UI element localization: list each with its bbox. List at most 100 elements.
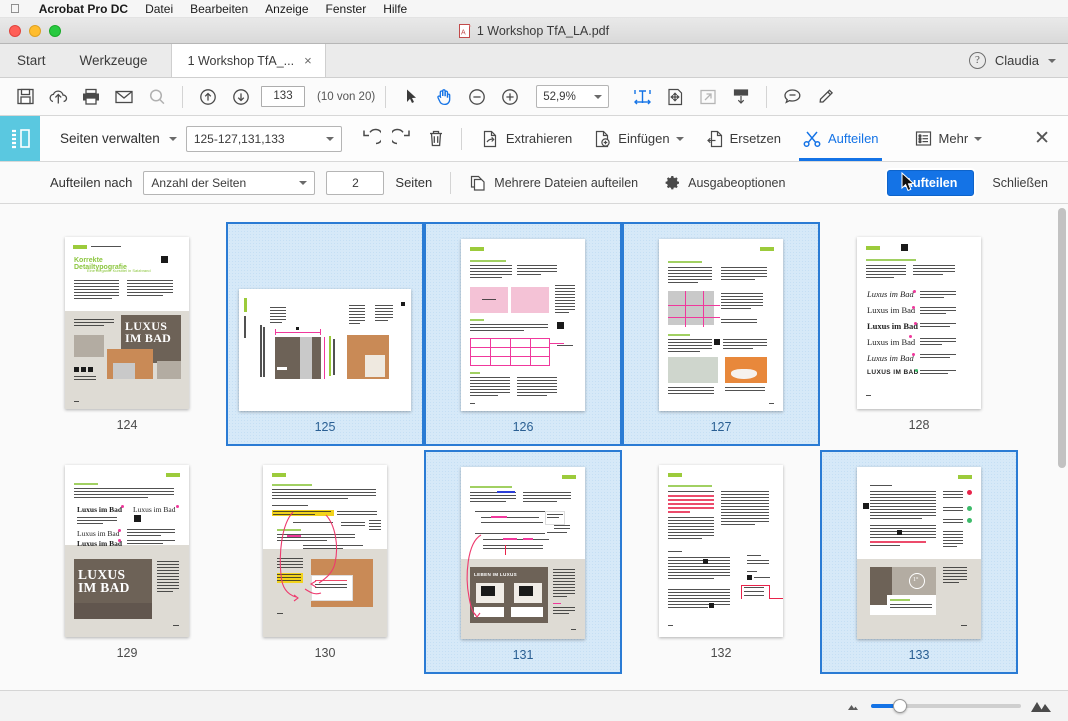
page-preview: [239, 289, 411, 411]
scroll-mode-icon[interactable]: [726, 83, 756, 111]
rotate-right-icon[interactable]: [388, 125, 418, 153]
fit-page-icon[interactable]: [660, 83, 690, 111]
thumbnail-image-wrap: [461, 231, 585, 411]
page-preview: [659, 465, 783, 637]
page-thumbnail-130[interactable]: 130: [226, 450, 424, 674]
large-thumbnails-icon[interactable]: [1030, 699, 1052, 714]
highlight-icon[interactable]: [810, 83, 840, 111]
window-title: A 1 Workshop TfA_LA.pdf: [0, 23, 1068, 38]
split-button[interactable]: Aufteilen: [886, 169, 975, 196]
comment-icon[interactable]: [777, 83, 807, 111]
action-extrahieren[interactable]: Extrahieren: [472, 116, 581, 161]
close-button[interactable]: Schließen: [986, 171, 1054, 195]
zoom-in-icon[interactable]: [495, 83, 525, 111]
page-number-label: 125: [314, 420, 336, 434]
replace-pages-icon: [705, 129, 724, 149]
email-icon[interactable]: [109, 83, 139, 111]
thumbnail-image-wrap: Luxus im Bad Luxus im Bad Luxus im Bad L…: [65, 457, 189, 637]
scrollbar-thumb[interactable]: [1058, 208, 1066, 468]
insert-pages-icon: [593, 129, 612, 149]
print-icon[interactable]: [76, 83, 106, 111]
chevron-down-icon[interactable]: [1048, 58, 1056, 63]
action-mehr[interactable]: Mehr: [905, 116, 992, 161]
chevron-down-icon[interactable]: [974, 136, 983, 141]
tab-werkzeuge[interactable]: Werkzeuge: [63, 44, 165, 77]
upload-cloud-icon[interactable]: [43, 83, 73, 111]
chevron-down-icon: [325, 136, 334, 141]
page-thumbnail-133[interactable]: 1° 133: [820, 450, 1018, 674]
zoom-out-icon[interactable]: [462, 83, 492, 111]
help-icon[interactable]: ?: [968, 52, 986, 69]
page-thumbnail-126[interactable]: 126: [424, 222, 622, 446]
tab-start[interactable]: Start: [0, 44, 63, 77]
close-icon[interactable]: ×: [304, 54, 312, 67]
apple-logo-icon[interactable]: : [10, 2, 22, 15]
user-name-label[interactable]: Claudia: [995, 53, 1039, 68]
hand-tool-icon[interactable]: [429, 83, 459, 111]
page-thumbnail-131[interactable]: LEBEN IM LUXUS 131: [424, 450, 622, 674]
page-thumbnail-canvas[interactable]: Korrekte Detailtypografie Eine elegante …: [0, 204, 1068, 690]
vertical-scrollbar[interactable]: [1058, 208, 1066, 685]
page-range-select[interactable]: 125-127,131,133: [185, 125, 342, 152]
small-thumbnails-icon[interactable]: [846, 700, 862, 713]
thumbnail-grid: Korrekte Detailtypografie Eine elegante …: [0, 204, 1068, 674]
tab-document[interactable]: 1 Workshop TfA_... ×: [170, 44, 326, 77]
thumbnail-image-wrap: [659, 457, 783, 637]
action-label: Einfügen: [618, 131, 670, 146]
toolbar-divider-3: [766, 85, 768, 108]
page-preview: Luxus im Bad Luxus im Bad Luxus im Bad L…: [65, 465, 189, 637]
manage-pages-icon[interactable]: [0, 116, 40, 161]
menu-item-datei[interactable]: Datei: [145, 2, 173, 16]
rotate-left-icon[interactable]: [355, 125, 385, 153]
save-icon[interactable]: [10, 83, 40, 111]
page-preview: [263, 465, 387, 637]
close-tool-icon[interactable]: ✕: [1034, 128, 1050, 149]
page-count-label: (10 von 20): [317, 90, 376, 103]
trash-icon[interactable]: [421, 125, 451, 153]
action-ersetzen[interactable]: Ersetzen: [696, 116, 790, 161]
page-number-label: 130: [314, 646, 336, 660]
previous-page-icon[interactable]: [193, 83, 223, 111]
toolbar-divider-4: [460, 127, 462, 150]
page-number-label: 126: [512, 420, 534, 434]
action-label: Extrahieren: [505, 131, 573, 146]
page-range-value: 125-127,131,133: [193, 131, 285, 146]
output-options-button[interactable]: Ausgabeoptionen: [663, 174, 785, 192]
window-title-text: 1 Workshop TfA_LA.pdf: [476, 23, 610, 38]
slider-knob[interactable]: [893, 699, 907, 713]
page-thumbnail-127[interactable]: 127: [622, 222, 820, 446]
split-scissors-icon: [802, 129, 822, 149]
page-thumbnail-129[interactable]: Luxus im Bad Luxus im Bad Luxus im Bad L…: [28, 450, 226, 674]
split-multiple-files-button[interactable]: Mehrere Dateien aufteilen: [469, 174, 638, 192]
page-thumbnail-125[interactable]: 125: [226, 222, 424, 446]
menu-item-hilfe[interactable]: Hilfe: [383, 2, 407, 16]
page-number-input[interactable]: 133: [261, 86, 305, 107]
optbar-divider: [450, 171, 452, 194]
menu-item-fenster[interactable]: Fenster: [326, 2, 367, 16]
page-thumbnail-128[interactable]: Luxus im Bad Luxus im Bad Luxus im Bad L…: [820, 222, 1018, 446]
thumbnail-size-slider[interactable]: [871, 699, 1021, 713]
zoom-selection-icon[interactable]: [693, 83, 723, 111]
page-thumbnail-132[interactable]: 132: [622, 450, 820, 674]
split-mode-select[interactable]: Anzahl der Seiten: [143, 170, 316, 195]
page-thumbnail-124[interactable]: Korrekte Detailtypografie Eine elegante …: [28, 222, 226, 446]
menu-item-bearbeiten[interactable]: Bearbeiten: [190, 2, 248, 16]
page-number-label: 132: [710, 646, 732, 660]
split-count-input[interactable]: 2: [326, 170, 385, 195]
chevron-down-icon: [299, 180, 308, 185]
menu-app-name[interactable]: Acrobat Pro DC: [39, 2, 128, 16]
zoom-level-select[interactable]: 52,9%: [536, 85, 610, 108]
page-preview: [461, 239, 585, 411]
thumbnail-image-wrap: [659, 231, 783, 411]
chevron-down-icon[interactable]: [675, 136, 684, 141]
menu-item-anzeige[interactable]: Anzeige: [265, 2, 308, 16]
chevron-down-icon[interactable]: [168, 136, 177, 141]
action-aufteilen[interactable]: Aufteilen: [793, 116, 888, 161]
zoom-level-value: 52,9%: [543, 90, 576, 103]
select-cursor-icon[interactable]: [396, 83, 426, 111]
action-einfuegen[interactable]: Einfügen: [584, 116, 692, 161]
action-label: Ersetzen: [729, 131, 781, 146]
search-icon[interactable]: [142, 83, 172, 111]
next-page-icon[interactable]: [226, 83, 256, 111]
fit-width-icon[interactable]: [627, 83, 657, 111]
